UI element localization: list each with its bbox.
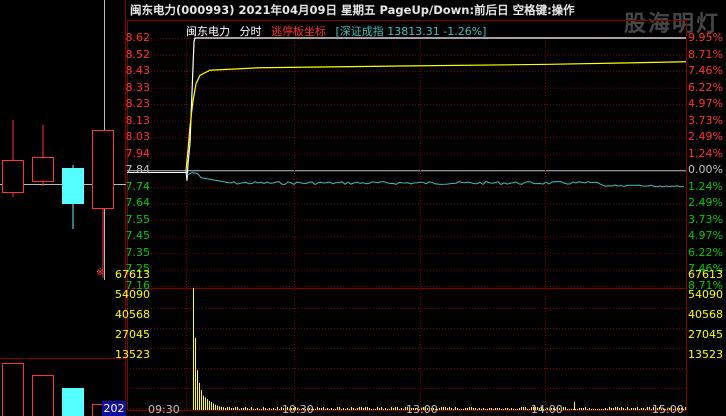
- price-tick-4: 8.23: [125, 97, 151, 111]
- pct-tick-13: 6.22%: [688, 245, 723, 259]
- price-tick-11: 7.55: [125, 212, 151, 226]
- volume-tick-right-4: 13523: [688, 348, 723, 361]
- pct-tick-6: 2.49%: [688, 130, 723, 144]
- price-tick-5: 8.13: [125, 113, 151, 127]
- pct-tick-4: 4.97%: [688, 97, 723, 111]
- pct-tick-5: 3.73%: [688, 113, 723, 127]
- time-tick-4: 15:00: [652, 403, 684, 416]
- price-tick-2: 8.43: [125, 64, 151, 78]
- pct-tick-0: 9.95%: [688, 31, 723, 44]
- pct-tick-9: 1.24%: [688, 179, 723, 193]
- volume-tick-left-4: 13523: [115, 348, 150, 361]
- volume-tick-right-3: 27045: [688, 328, 723, 341]
- pct-tick-2: 7.46%: [688, 64, 723, 78]
- volume-tick-right-1: 54090: [688, 288, 723, 301]
- intraday-chart: [127, 20, 687, 411]
- index-line: [185, 171, 685, 188]
- price-tick-1: 8.52: [125, 47, 151, 61]
- pct-tick-1: 8.71%: [688, 47, 723, 61]
- price-tick-13: 7.35: [125, 245, 151, 259]
- time-tick-0: 09:30: [148, 403, 180, 416]
- pct-tick-8: 0.00%: [688, 163, 723, 177]
- volume-tick-left-2: 40568: [115, 308, 150, 321]
- price-tick-3: 8.33: [125, 80, 151, 94]
- price-line: [185, 37, 686, 181]
- pct-tick-3: 6.22%: [688, 80, 723, 94]
- price-tick-8: 7.84: [125, 163, 151, 177]
- price-tick-7: 7.94: [125, 146, 151, 160]
- pct-tick-12: 4.97%: [688, 229, 723, 243]
- pct-tick-11: 3.73%: [688, 212, 723, 226]
- price-tick-12: 7.45: [125, 229, 151, 243]
- time-tick-1: 10:30: [282, 403, 314, 416]
- time-tick-2: 13:00: [406, 403, 438, 416]
- price-tick-0: 8.62: [125, 31, 151, 44]
- pct-tick-7: 1.24%: [688, 146, 723, 160]
- volume-tick-right-2: 40568: [688, 308, 723, 321]
- price-tick-9: 7.74: [125, 179, 151, 193]
- volume-tick-right-0: 67613: [688, 268, 723, 281]
- volume-tick-left-1: 54090: [115, 288, 150, 301]
- time-tick-3: 14:00: [531, 403, 563, 416]
- pct-tick-10: 2.49%: [688, 196, 723, 210]
- price-tick-10: 7.64: [125, 196, 151, 210]
- price-tick-6: 8.03: [125, 130, 151, 144]
- volume-tick-left-0: 67613: [115, 268, 150, 281]
- chart-frame: [127, 20, 687, 411]
- volume-tick-left-3: 27045: [115, 328, 150, 341]
